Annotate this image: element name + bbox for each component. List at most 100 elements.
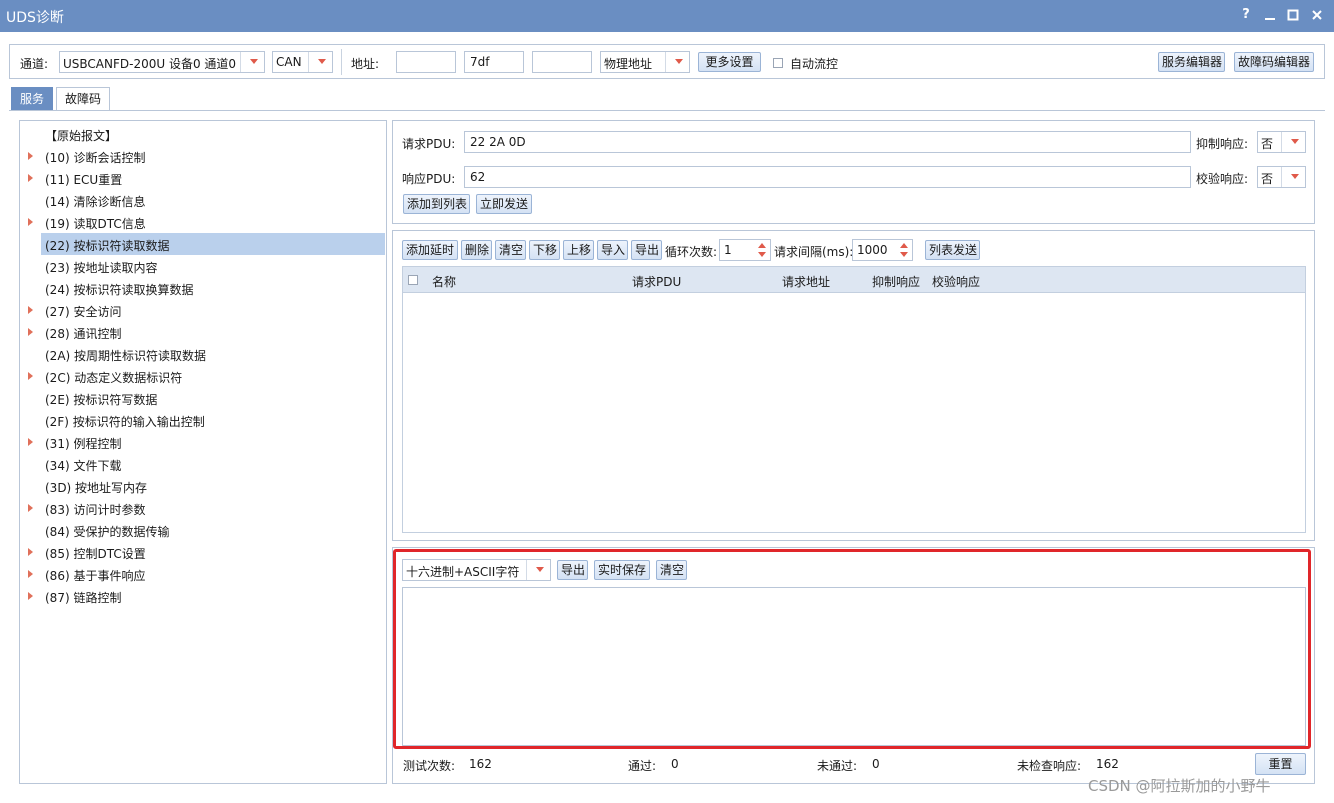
tree-item-31[interactable]: (31) 例程控制: [20, 431, 386, 453]
expand-arrow-icon[interactable]: [28, 328, 33, 336]
tab-service[interactable]: 服务: [11, 87, 54, 110]
address-label: 地址:: [351, 57, 380, 71]
tree-item-label: (22) 按标识符读取数据: [45, 239, 170, 253]
export-list-button[interactable]: 导出: [631, 240, 662, 260]
tree-item-87[interactable]: (87) 链路控制: [20, 585, 386, 607]
tree-item-3d[interactable]: (3D) 按地址写内存: [20, 475, 386, 497]
list-send-button[interactable]: 列表发送: [925, 240, 980, 260]
minimize-icon[interactable]: [1262, 7, 1278, 23]
window-title: UDS诊断: [6, 10, 64, 26]
suppress-select[interactable]: 否: [1257, 131, 1306, 153]
column-verify-response[interactable]: 校验响应: [932, 273, 980, 290]
add-to-list-button[interactable]: 添加到列表: [403, 194, 470, 214]
tree-item-2a[interactable]: (2A) 按周期性标识符读取数据: [20, 343, 386, 365]
expand-arrow-icon[interactable]: [28, 306, 33, 314]
column-suppress-response[interactable]: 抑制响应: [872, 273, 920, 290]
tree-item-label: (19) 读取DTC信息: [45, 217, 146, 231]
address-input-1[interactable]: [396, 51, 456, 73]
send-now-button[interactable]: 立即发送: [476, 194, 532, 214]
tree-item-label: (23) 按地址读取内容: [45, 261, 158, 275]
tree-item-label: (85) 控制DTC设置: [45, 547, 146, 561]
expand-arrow-icon[interactable]: [28, 372, 33, 380]
maximize-icon[interactable]: [1285, 7, 1301, 23]
tab-dtc[interactable]: 故障码: [56, 87, 111, 110]
tree-item-27[interactable]: (27) 安全访问: [20, 299, 386, 321]
tree-item-85[interactable]: (85) 控制DTC设置: [20, 541, 386, 563]
response-pdu-input[interactable]: 62: [464, 166, 1191, 188]
service-editor-button[interactable]: 服务编辑器: [1158, 52, 1225, 72]
expand-arrow-icon[interactable]: [28, 570, 33, 578]
verify-select[interactable]: 否: [1257, 166, 1306, 188]
spin-up-icon[interactable]: [900, 243, 908, 248]
tree-item-24[interactable]: (24) 按标识符读取换算数据: [20, 277, 386, 299]
tree-item-28[interactable]: (28) 通讯控制: [20, 321, 386, 343]
spin-down-icon[interactable]: [900, 252, 908, 257]
annotation-highlight: [393, 549, 1311, 749]
loop-count-label: 循环次数:: [665, 245, 718, 259]
pass-label: 通过:: [628, 759, 657, 773]
tree-item-22[interactable]: (22) 按标识符读取数据: [20, 233, 386, 255]
more-settings-button[interactable]: 更多设置: [698, 52, 761, 72]
expand-arrow-icon[interactable]: [28, 548, 33, 556]
address-input-2[interactable]: 7df: [464, 51, 524, 73]
tree-item-2e[interactable]: (2E) 按标识符写数据: [20, 387, 386, 409]
import-button[interactable]: 导入: [597, 240, 628, 260]
dtc-editor-button[interactable]: 故障码编辑器: [1234, 52, 1314, 72]
expand-arrow-icon[interactable]: [28, 152, 33, 160]
loop-count-spinner[interactable]: 1: [719, 239, 771, 261]
tree-item-raw[interactable]: 【原始报文】: [20, 123, 386, 145]
spin-up-icon[interactable]: [758, 243, 766, 248]
expand-arrow-icon[interactable]: [28, 592, 33, 600]
tree-item-10[interactable]: (10) 诊断会话控制: [20, 145, 386, 167]
channel-label: 通道:: [20, 57, 49, 71]
watermark: CSDN @阿拉斯加的小野牛: [1088, 777, 1271, 795]
tree-item-83[interactable]: (83) 访问计时参数: [20, 497, 386, 519]
tree-item-11[interactable]: (11) ECU重置: [20, 167, 386, 189]
spin-down-icon[interactable]: [758, 252, 766, 257]
delete-button[interactable]: 删除: [461, 240, 492, 260]
tree-item-2c[interactable]: (2C) 动态定义数据标识符: [20, 365, 386, 387]
chevron-down-icon: [240, 52, 264, 72]
auto-flow-checkbox[interactable]: [773, 58, 783, 68]
tree-item-19[interactable]: (19) 读取DTC信息: [20, 211, 386, 233]
service-tree: 【原始报文】 (10) 诊断会话控制 (11) ECU重置 (14) 清除诊断信…: [19, 120, 387, 784]
add-delay-button[interactable]: 添加延时: [402, 240, 458, 260]
address-input-3[interactable]: [532, 51, 592, 73]
interval-label: 请求间隔(ms):: [774, 245, 854, 259]
close-icon[interactable]: [1309, 7, 1325, 23]
expand-arrow-icon[interactable]: [28, 504, 33, 512]
move-up-button[interactable]: 上移: [563, 240, 594, 260]
request-list-grid[interactable]: 名称 请求PDU 请求地址 抑制响应 校验响应: [402, 266, 1306, 533]
tree-item-23[interactable]: (23) 按地址读取内容: [20, 255, 386, 277]
request-pdu-input[interactable]: 22 2A 0D: [464, 131, 1191, 153]
column-request-address[interactable]: 请求地址: [782, 273, 830, 290]
tree-item-2f[interactable]: (2F) 按标识符的输入输出控制: [20, 409, 386, 431]
tree-item-label: (27) 安全访问: [45, 305, 122, 319]
chevron-down-icon: [1281, 132, 1305, 152]
column-name[interactable]: 名称: [432, 273, 456, 290]
clear-list-button[interactable]: 清空: [495, 240, 526, 260]
pass-value: 0: [671, 757, 679, 771]
move-down-button[interactable]: 下移: [529, 240, 560, 260]
tree-item-label: (2F) 按标识符的输入输出控制: [45, 415, 205, 429]
chevron-down-icon: [665, 52, 689, 72]
address-type-select[interactable]: 物理地址: [600, 51, 690, 73]
fail-label: 未通过:: [817, 759, 858, 773]
select-all-checkbox[interactable]: [408, 275, 418, 285]
tree-item-84[interactable]: (84) 受保护的数据传输: [20, 519, 386, 541]
protocol-select[interactable]: CAN: [272, 51, 333, 73]
interval-spinner[interactable]: 1000: [852, 239, 913, 261]
column-request-pdu[interactable]: 请求PDU: [632, 273, 681, 290]
tree-item-86[interactable]: (86) 基于事件响应: [20, 563, 386, 585]
reset-button[interactable]: 重置: [1255, 753, 1306, 775]
tree-item-label: (2A) 按周期性标识符读取数据: [45, 349, 207, 363]
tree-item-label: (84) 受保护的数据传输: [45, 525, 170, 539]
tree-item-14[interactable]: (14) 清除诊断信息: [20, 189, 386, 211]
expand-arrow-icon[interactable]: [28, 438, 33, 446]
channel-select[interactable]: USBCANFD-200U 设备0 通道0: [59, 51, 265, 73]
tree-item-34[interactable]: (34) 文件下载: [20, 453, 386, 475]
expand-arrow-icon[interactable]: [28, 174, 33, 182]
expand-arrow-icon[interactable]: [28, 218, 33, 226]
tree-item-label: (24) 按标识符读取换算数据: [45, 283, 194, 297]
help-icon[interactable]: ?: [1238, 7, 1254, 23]
